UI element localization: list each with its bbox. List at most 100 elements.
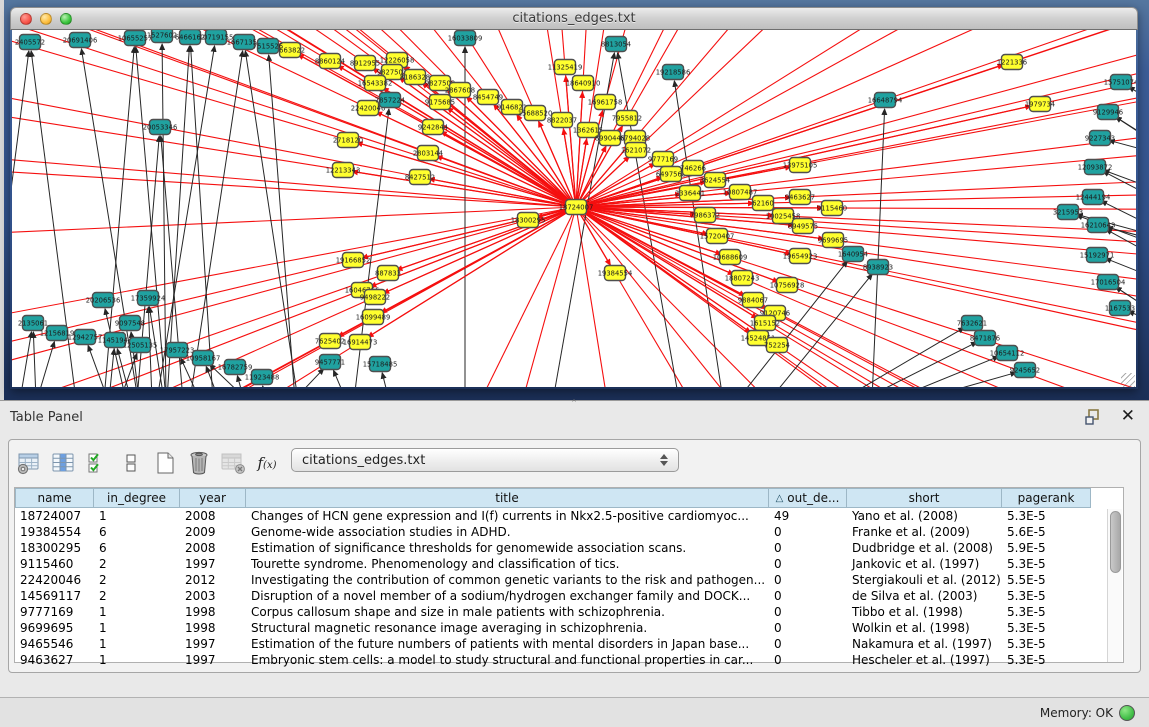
graph-node[interactable]: 20206536 [86, 293, 121, 308]
close-panel-icon[interactable]: ✕ [1121, 407, 1135, 426]
graph-edge[interactable] [576, 30, 1136, 207]
table-row[interactable]: 977716911998Corpus callosum shape and si… [15, 604, 1123, 620]
table-row[interactable]: 946362711997Embryonic stem cells: a mode… [15, 652, 1123, 668]
network-graph-canvas[interactable]: 1830029519384554766382288601248912955122… [12, 30, 1136, 387]
new-column-icon[interactable] [151, 449, 179, 477]
graph-node[interactable]: 8454749 [473, 90, 503, 105]
graph-edge[interactable] [1109, 140, 1136, 154]
graph-node[interactable]: 9097548 [115, 316, 145, 331]
graph-edge[interactable] [563, 129, 576, 207]
graph-edge[interactable] [576, 30, 1136, 207]
graph-node[interactable]: 3215953 [1053, 205, 1083, 220]
graph-edge[interactable] [576, 30, 1136, 207]
graph-node[interactable]: 887833 [375, 266, 401, 281]
show-columns-icon[interactable] [49, 449, 77, 477]
graph-node[interactable]: 12093872 [1078, 160, 1113, 175]
graph-node[interactable]: 19166852 [336, 253, 371, 268]
graph-edge[interactable] [576, 207, 1136, 272]
graph-edge[interactable] [20, 332, 32, 387]
graph-node[interactable]: 1221336 [997, 55, 1027, 70]
graph-edge[interactable] [382, 373, 389, 387]
table-row[interactable]: 911546021997Tourette syndrome. Phenomeno… [15, 556, 1123, 572]
graph-node[interactable]: 8938923 [863, 260, 893, 275]
graph-edge[interactable] [237, 376, 244, 387]
graph-node[interactable]: 1167533 [1105, 301, 1135, 316]
table-row[interactable]: 2242004622012Investigating the contribut… [15, 572, 1123, 588]
graph-node[interactable]: 8949575 [788, 219, 818, 234]
graph-edge[interactable] [576, 30, 1136, 207]
graph-edge[interactable] [167, 46, 189, 387]
graph-edge[interactable] [1103, 170, 1136, 191]
column-header-in_degree[interactable]: in_degree [94, 488, 180, 508]
graph-edge[interactable] [383, 207, 576, 293]
graph-node[interactable]: 19384554 [598, 266, 633, 281]
graph-node[interactable]: 1527602 [147, 30, 177, 43]
table-scrollbar-thumb[interactable] [1110, 511, 1121, 573]
table-scrollbar[interactable] [1107, 509, 1122, 662]
graph-node[interactable]: 8822037 [547, 113, 577, 128]
float-panel-icon[interactable] [1085, 409, 1103, 426]
graph-node[interactable]: 2336441 [675, 186, 705, 201]
table-row[interactable]: 1456911722003Disruption of a novel membe… [15, 588, 1123, 604]
graph-node[interactable]: 7632621 [957, 316, 987, 331]
select-rows-icon[interactable] [83, 449, 111, 477]
graph-edge[interactable] [912, 372, 1016, 387]
graph-node[interactable]: 9457771 [315, 355, 345, 370]
graph-edge[interactable] [1116, 117, 1136, 146]
graph-edge[interactable] [109, 349, 114, 387]
graph-node[interactable]: 8427512 [405, 170, 435, 185]
graph-node[interactable]: 9175685 [425, 95, 455, 110]
column-header-short[interactable]: short [847, 488, 1002, 508]
column-header-pagerank[interactable]: pagerank [1002, 488, 1091, 508]
column-header-name[interactable]: name [15, 488, 94, 508]
graph-node[interactable]: 9227343 [1085, 131, 1115, 146]
graph-node[interactable]: 3624554 [700, 173, 730, 188]
graph-node[interactable]: 8860124 [315, 54, 345, 69]
window-resize-grip[interactable] [1121, 373, 1135, 387]
column-header-out_degree[interactable]: △out_de... [769, 488, 847, 508]
zoom-window-button[interactable] [60, 13, 72, 25]
graph-node[interactable]: 16914473 [343, 335, 378, 350]
graph-node[interactable]: 9884067 [738, 293, 768, 308]
graph-edge[interactable] [576, 30, 1136, 207]
close-window-button[interactable] [20, 13, 32, 25]
graph-node[interactable]: 1621072 [621, 143, 651, 158]
graph-node[interactable]: 15718485 [363, 357, 398, 372]
column-header-title[interactable]: title [246, 488, 769, 508]
minimize-window-button[interactable] [40, 13, 52, 25]
graph-node[interactable]: 1640954 [838, 247, 868, 262]
graph-edge[interactable] [576, 207, 814, 387]
graph-node[interactable]: 8912955 [350, 56, 380, 71]
graph-node[interactable]: 7515526 [253, 39, 283, 54]
graph-edge[interactable] [576, 30, 1136, 207]
graph-node[interactable]: 9498222 [360, 290, 390, 305]
graph-edge[interactable] [576, 30, 1136, 207]
graph-edge[interactable] [576, 30, 1136, 207]
graph-node[interactable]: 9245652 [1010, 363, 1040, 378]
panel-splitter-grip[interactable]: ⌃ [565, 402, 583, 409]
graph-node[interactable]: 8813054 [601, 37, 631, 52]
graph-node[interactable]: 10688609 [713, 250, 748, 265]
graph-node[interactable]: 10807487 [723, 185, 758, 200]
graph-edge[interactable] [263, 386, 264, 387]
graph-node[interactable]: 9129946 [1093, 105, 1123, 120]
delete-column-icon[interactable] [185, 449, 213, 477]
graph-node[interactable]: 20691406 [63, 33, 98, 48]
graph-edge[interactable] [576, 30, 1136, 207]
table-row[interactable]: 1830029562008Estimation of significance … [15, 540, 1123, 556]
graph-node[interactable]: 7857224 [375, 93, 405, 108]
graph-node[interactable]: 9777169 [648, 152, 678, 167]
graph-node[interactable]: 2405572 [15, 35, 45, 50]
graph-node[interactable]: 1979734 [1025, 97, 1055, 112]
graph-node[interactable]: 16033809 [448, 31, 483, 46]
graph-edge[interactable] [136, 47, 166, 387]
graph-node[interactable]: 62160 [752, 196, 774, 211]
graph-node[interactable]: 7625402 [315, 334, 345, 349]
graph-node[interactable]: 19218586 [656, 65, 691, 80]
graph-node[interactable]: 8471876 [970, 331, 1000, 346]
graph-edge[interactable] [576, 30, 1136, 207]
graph-node[interactable]: 9242844 [418, 120, 448, 135]
table-settings-icon[interactable] [15, 449, 43, 477]
graph-node[interactable]: 12444194 [1076, 190, 1111, 205]
graph-edge[interactable] [576, 30, 1136, 207]
